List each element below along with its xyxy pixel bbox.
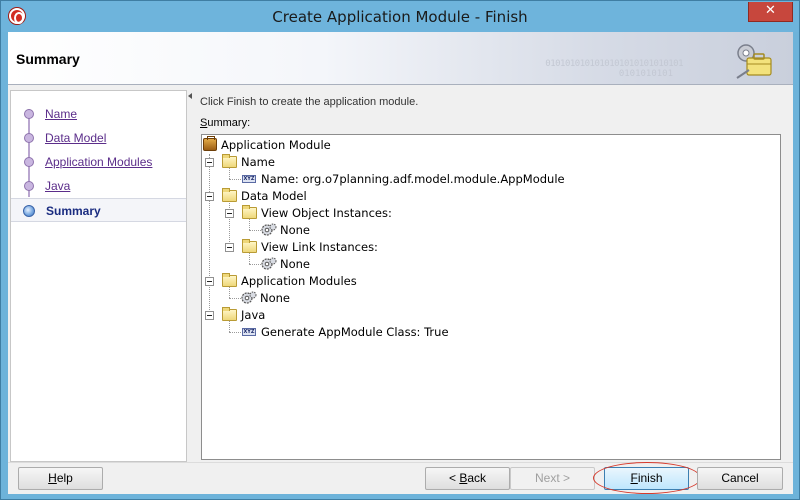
tree-node-java[interactable]: Java [202,307,502,324]
nav-item-label[interactable]: Name [45,107,77,121]
wizard-steps-nav: Name Data Model Application Modules Java… [10,90,187,462]
folder-icon [222,273,237,287]
tree-node-view-object-instances[interactable]: View Object Instances: [202,205,502,222]
header-binary-decoration-2: 0101010101 [618,69,673,79]
help-button[interactable]: Help [18,467,103,490]
nav-item-label[interactable]: Summary [46,204,101,218]
tree-node-label: None [280,257,311,271]
folder-icon [222,154,237,168]
current-step-icon [23,205,35,217]
tree-node-label: View Link Instances: [261,240,378,254]
tree-node-java-value[interactable]: XYZ Generate AppModule Class: True [202,324,602,341]
summary-tree[interactable]: Application Module Name XYZ Name: org.o7… [201,134,781,460]
folder-icon [222,307,237,321]
tree-node-view-object-none[interactable]: None [202,222,502,239]
page-title: Summary [16,51,80,67]
collapse-toggle-icon[interactable] [205,192,214,201]
dialog-window: Create Application Module - Finish ✕ Sum… [0,0,800,500]
collapse-toggle-icon[interactable] [205,158,214,167]
tree-node-label: Generate AppModule Class: True [261,325,449,339]
window-title: Create Application Module - Finish [272,8,528,26]
gears-icon [261,223,277,236]
back-button[interactable]: < Back [425,467,510,490]
instruction-text: Click Finish to create the application m… [200,96,419,108]
step-dot-icon [24,157,34,167]
folder-icon [242,239,257,253]
nav-item-label[interactable]: Java [45,179,70,193]
footer-separator [8,462,793,463]
gears-icon [241,291,257,304]
application-module-icon [203,136,217,151]
attribute-xyz-icon: XYZ [242,328,256,336]
collapse-arrow-icon[interactable] [188,93,192,99]
header-binary-decoration: 0101010101010101010101010101 [545,59,683,69]
briefcase-gear-icon [736,44,772,79]
nav-item-name[interactable]: Name [11,103,186,125]
nav-item-label[interactable]: Data Model [45,131,106,145]
close-button[interactable]: ✕ [748,2,793,22]
wizard-header: Summary 0101010101010101010101010101 010… [8,32,793,85]
tree-node-label: Java [241,308,266,322]
cancel-button[interactable]: Cancel [697,467,783,490]
tree-node-label: Application Modules [241,274,357,288]
tree-node-data-model[interactable]: Data Model [202,188,502,205]
finish-button[interactable]: Finish [604,467,689,490]
collapse-toggle-icon[interactable] [225,243,234,252]
title-bar[interactable]: Create Application Module - Finish ✕ [1,1,799,32]
tree-node-name-value[interactable]: XYZ Name: org.o7planning.adf.model.modul… [202,171,602,188]
tree-node-label: Application Module [221,138,331,152]
attribute-xyz-icon: XYZ [242,175,256,183]
dialog-client-area: Summary 0101010101010101010101010101 010… [8,32,793,494]
summary-label: Summary: [200,117,251,129]
collapse-toggle-icon[interactable] [205,277,214,286]
tree-node-label: Name: org.o7planning.adf.model.module.Ap… [261,172,565,186]
tree-node-label: Data Model [241,189,307,203]
tree-node-application-modules[interactable]: Application Modules [202,273,502,290]
step-dot-icon [24,181,34,191]
tree-node-view-link-instances[interactable]: View Link Instances: [202,239,502,256]
collapse-toggle-icon[interactable] [225,209,234,218]
gears-icon [261,257,277,270]
tree-node-name[interactable]: Name [202,154,502,171]
nav-item-label[interactable]: Application Modules [45,155,152,169]
nav-item-summary[interactable]: Summary [11,198,186,222]
tree-node-root[interactable]: Application Module [202,136,502,154]
tree-node-label: View Object Instances: [261,206,392,220]
folder-icon [242,205,257,219]
panel-splitter[interactable] [188,90,193,462]
tree-node-application-modules-none[interactable]: None [202,290,502,307]
folder-icon [222,188,237,202]
next-button[interactable]: Next > [510,467,595,490]
tree-node-label: None [280,223,311,237]
nav-item-application-modules[interactable]: Application Modules [11,151,186,173]
main-panel: Click Finish to create the application m… [194,90,791,462]
tree-node-label: Name [241,155,275,169]
nav-item-java[interactable]: Java [11,175,186,197]
nav-item-data-model[interactable]: Data Model [11,127,186,149]
step-dot-icon [24,133,34,143]
step-dot-icon [24,109,34,119]
tree-node-label: None [260,291,291,305]
collapse-toggle-icon[interactable] [205,311,214,320]
tree-node-view-link-none[interactable]: None [202,256,502,273]
